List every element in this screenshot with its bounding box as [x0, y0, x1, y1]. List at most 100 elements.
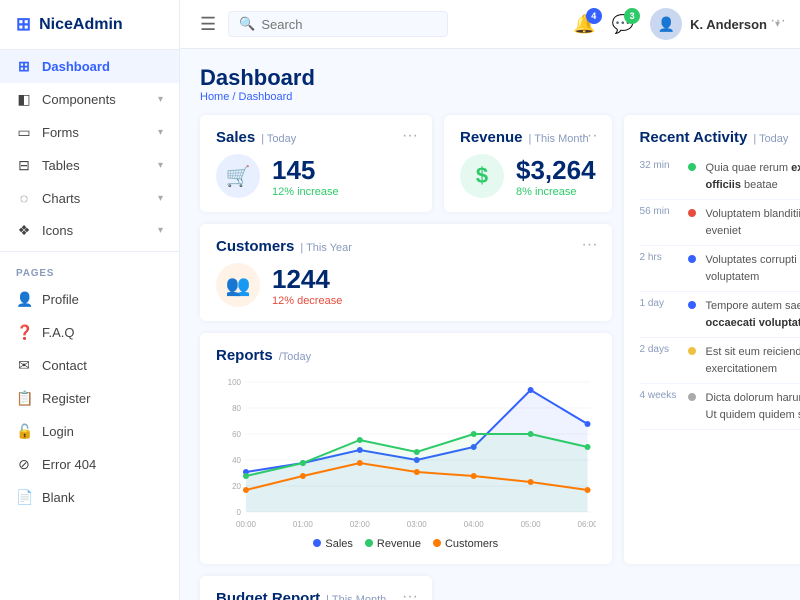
sidebar-item-faq[interactable]: ❓ F.A.Q: [0, 316, 179, 349]
main-area: ☰ 🔍 🔔 4 💬 3 👤 K. Anderson ▾ Dashboard: [180, 0, 800, 600]
customers-values: 1244 12% decrease: [272, 264, 342, 307]
sidebar-item-charts[interactable]: ◌ Charts ▾: [0, 182, 179, 214]
dashboard-icon: ⊞: [16, 58, 32, 75]
sidebar-item-tables[interactable]: ⊟ Tables ▾: [0, 149, 179, 182]
sidebar-item-icons[interactable]: ❖ Icons ▾: [0, 214, 179, 247]
messages-button[interactable]: 💬 3: [612, 14, 634, 35]
user-name: K. Anderson: [690, 17, 767, 32]
avatar: 👤: [650, 8, 682, 40]
sales-card-body: 🛒 145 12% increase: [216, 154, 416, 198]
svg-text:05:00: 05:00: [521, 520, 542, 529]
sales-more-button[interactable]: ···: [402, 127, 418, 145]
sales-icon: 🛒: [216, 154, 260, 198]
revenue-icon: $: [460, 154, 504, 198]
revenue-card-header: Revenue | This Month: [460, 129, 596, 146]
topbar-right: 🔔 4 💬 3 👤 K. Anderson ▾: [573, 8, 780, 40]
sidebar-item-blank[interactable]: 📄 Blank: [0, 481, 179, 514]
icons-icon: ❖: [16, 222, 32, 239]
logo-icon: ⊞: [16, 14, 31, 35]
activity-card: ··· Recent Activity | Today 32 min Quia …: [624, 115, 800, 564]
search-icon: 🔍: [239, 16, 255, 32]
menu-toggle-button[interactable]: ☰: [200, 14, 216, 35]
customers-card-header: Customers | This Year: [216, 238, 596, 255]
revenue-more-button[interactable]: ···: [582, 127, 598, 145]
svg-text:06:00: 06:00: [578, 520, 596, 529]
revenue-subtitle: | This Month: [529, 133, 589, 145]
sidebar-item-components[interactable]: ◧ Components ▾: [0, 83, 179, 116]
notifications-badge: 4: [586, 8, 602, 24]
svg-text:0: 0: [237, 508, 242, 517]
chevron-down-icon: ▾: [158, 225, 163, 236]
sales-change: 12% increase: [272, 186, 339, 198]
sales-card: ··· Sales | Today 🛒 145 12% increase: [200, 115, 432, 212]
activity-indicator: [688, 347, 696, 355]
activity-list-item: 56 min Voluptatem blanditiis blanditiis …: [640, 200, 800, 246]
revenue-card-body: $ $3,264 8% increase: [460, 154, 596, 198]
activity-title: Recent Activity: [640, 129, 748, 146]
svg-text:02:00: 02:00: [350, 520, 371, 529]
tables-label: Tables: [42, 158, 148, 173]
budget-card: ··· Budget Report | This Month Allocated…: [200, 576, 432, 600]
content-area: Dashboard Home / Dashboard ··· Sales | T…: [180, 49, 800, 600]
svg-text:00:00: 00:00: [236, 520, 257, 529]
page-items: 👤 Profile ❓ F.A.Q ✉ Contact 📋 Register 🔓…: [0, 283, 179, 514]
page-title: Dashboard: [200, 65, 780, 91]
contact-icon: ✉: [16, 357, 32, 374]
customers-value: 1244: [272, 264, 342, 295]
svg-text:40: 40: [232, 456, 241, 465]
revenue-value: $3,264: [516, 155, 596, 186]
blank-label: Blank: [42, 490, 163, 505]
sidebar-item-contact[interactable]: ✉ Contact: [0, 349, 179, 382]
sidebar-item-forms[interactable]: ▭ Forms ▾: [0, 116, 179, 149]
dashboard-label: Dashboard: [42, 59, 163, 74]
activity-time: 1 day: [640, 298, 678, 331]
activity-time: 2 hrs: [640, 252, 678, 285]
reports-header: Reports /Today: [216, 347, 596, 364]
sales-card-header: Sales | Today: [216, 129, 416, 146]
pages-section-label: PAGES: [0, 256, 179, 283]
legend-revenue: Revenue: [365, 538, 421, 550]
revenue-title: Revenue: [460, 129, 523, 146]
profile-icon: 👤: [16, 291, 32, 308]
activity-list-item: 2 hrs Voluptates corrupti molestias volu…: [640, 246, 800, 292]
reports-chart: 100 80 60 40 20 0 00:00 01:00 02:00 03:0…: [216, 372, 596, 532]
chevron-down-icon: ▾: [158, 193, 163, 204]
activity-time: 4 weeks: [640, 390, 678, 423]
user-menu[interactable]: 👤 K. Anderson ▾: [650, 8, 780, 40]
contact-label: Contact: [42, 358, 163, 373]
activity-indicator: [688, 301, 696, 309]
activity-indicator: [688, 255, 696, 263]
components-label: Components: [42, 92, 148, 107]
blank-icon: 📄: [16, 489, 32, 506]
nav-items: ⊞ Dashboard ◧ Components ▾ ▭ Forms ▾ ⊟ T…: [0, 50, 179, 247]
sidebar-item-login[interactable]: 🔓 Login: [0, 415, 179, 448]
forms-icon: ▭: [16, 124, 32, 141]
sidebar-item-error404[interactable]: ⊘ Error 404: [0, 448, 179, 481]
revenue-card: ··· Revenue | This Month $ $3,264 8% inc…: [444, 115, 612, 212]
search-input[interactable]: [261, 17, 431, 32]
activity-list: 32 min Quia quae rerum explicabo officii…: [640, 154, 800, 430]
budget-more-button[interactable]: ···: [402, 588, 418, 600]
revenue-values: $3,264 8% increase: [516, 155, 596, 198]
budget-header: Budget Report | This Month: [216, 590, 416, 600]
breadcrumb-home[interactable]: Home: [200, 91, 229, 103]
budget-title: Budget Report: [216, 590, 320, 600]
legend-sales: Sales: [313, 538, 353, 550]
sidebar-divider: [0, 251, 179, 252]
activity-description: Voluptates corrupti molestias voluptatem: [706, 252, 800, 285]
notifications-button[interactable]: 🔔 4: [573, 14, 595, 35]
customers-card-body: 👥 1244 12% decrease: [216, 263, 596, 307]
activity-list-item: 2 days Est sit eum reiciendis exercitati…: [640, 338, 800, 384]
profile-label: Profile: [42, 292, 163, 307]
activity-description: Quia quae rerum explicabo officiis beata…: [706, 160, 800, 193]
revenue-change: 8% increase: [516, 186, 596, 198]
sidebar-item-dashboard[interactable]: ⊞ Dashboard: [0, 50, 179, 83]
sidebar-item-profile[interactable]: 👤 Profile: [0, 283, 179, 316]
customers-icon: 👥: [216, 263, 260, 307]
reports-card: ··· Reports /Today 100: [200, 333, 612, 564]
page-header: Dashboard Home / Dashboard: [200, 65, 780, 103]
reports-title: Reports: [216, 347, 273, 364]
sidebar-item-register[interactable]: 📋 Register: [0, 382, 179, 415]
customers-more-button[interactable]: ···: [582, 236, 598, 254]
activity-indicator: [688, 209, 696, 217]
